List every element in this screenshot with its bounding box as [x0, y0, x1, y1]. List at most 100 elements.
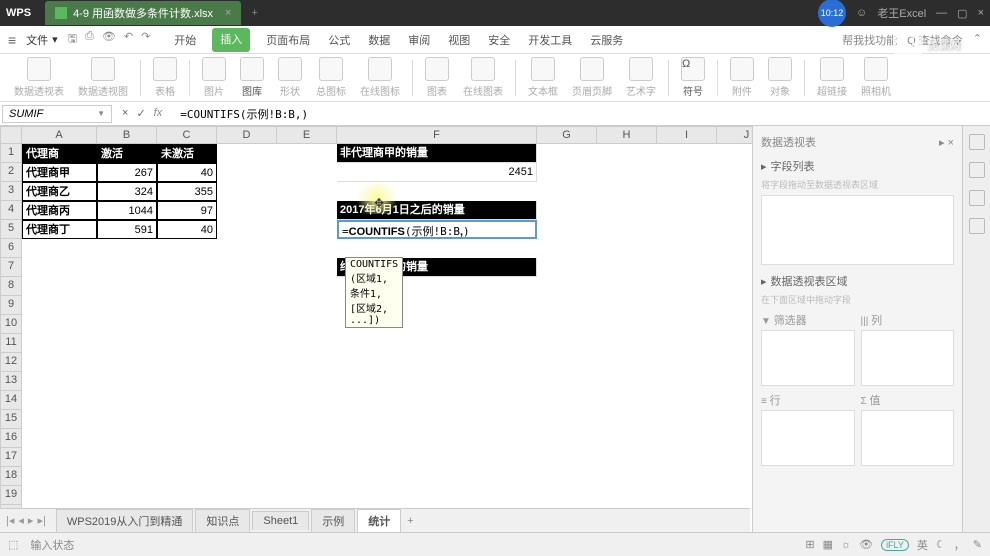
column-header[interactable]: D [217, 126, 277, 144]
moon-icon[interactable]: ☾ [936, 538, 946, 551]
close-tab-icon[interactable]: × [225, 7, 231, 19]
tab-formula[interactable]: 公式 [326, 28, 352, 52]
column-dropzone[interactable] [861, 330, 955, 386]
field-list-header[interactable]: ▸ 字段列表 [761, 158, 954, 174]
cell[interactable]: 591 [97, 220, 157, 239]
sheet-nav-next-icon[interactable]: ▸ [28, 514, 34, 527]
qat-save-icon[interactable]: 🖫 [68, 30, 77, 49]
field-list-box[interactable] [761, 195, 954, 265]
tool-hyperlink[interactable]: 超链接 [811, 57, 853, 98]
feedback-icon[interactable]: ☺ [856, 7, 867, 19]
cell[interactable]: 2017年6月1日之后的销量 [337, 201, 537, 220]
row-header[interactable]: 14 [0, 391, 22, 410]
panel-close-icon[interactable]: ▸ × [939, 136, 954, 149]
view-icon-4[interactable]: 👁 [859, 538, 873, 551]
tool-pivot-chart[interactable]: 数据透视图 [72, 57, 134, 98]
view-icon-2[interactable]: ▦ [823, 538, 833, 551]
qat-redo-icon[interactable]: ↷ [141, 30, 150, 49]
row-header[interactable]: 11 [0, 334, 22, 353]
row-header[interactable]: 7 [0, 258, 22, 277]
select-all-corner[interactable] [0, 126, 22, 144]
hamburger-icon[interactable]: ≡ [8, 32, 16, 48]
row-header[interactable]: 8 [0, 277, 22, 296]
tool-table[interactable]: 表格 [147, 57, 183, 98]
side-icon-2[interactable] [969, 162, 985, 178]
row-header[interactable]: 3 [0, 182, 22, 201]
view-icon-1[interactable]: ⊞ [805, 538, 814, 551]
cell[interactable]: =COUNTIFS(示例!B:B,) [337, 220, 537, 239]
cell[interactable]: 267 [97, 163, 157, 182]
column-header[interactable]: H [597, 126, 657, 144]
cell[interactable]: 代理商丁 [22, 220, 97, 239]
sheet-tab-3[interactable]: 示例 [311, 509, 355, 532]
side-icon-4[interactable] [969, 218, 985, 234]
tool-camera[interactable]: 照相机 [855, 57, 897, 98]
tab-security[interactable]: 安全 [486, 28, 512, 52]
column-header[interactable]: C [157, 126, 217, 144]
chevron-down-icon[interactable]: ▼ [97, 109, 105, 118]
column-header[interactable]: I [657, 126, 717, 144]
row-header[interactable]: 10 [0, 315, 22, 334]
qat-print-icon[interactable]: ⎙ [85, 30, 94, 49]
cell[interactable]: 代理商丙 [22, 201, 97, 220]
collapse-ribbon-icon[interactable]: ⌃ [973, 32, 982, 48]
tab-view[interactable]: 视图 [446, 28, 472, 52]
user-label[interactable]: 老王Excel [877, 5, 926, 21]
close-icon[interactable]: × [978, 7, 984, 20]
tool-textbox[interactable]: 文本框 [522, 57, 564, 98]
column-header[interactable]: E [277, 126, 337, 144]
column-header[interactable]: F [337, 126, 537, 144]
cell[interactable]: 代理商甲 [22, 163, 97, 182]
formula-input[interactable]: =COUNTIFS(示例!B:B,) [176, 104, 990, 124]
tool-chart[interactable]: 图表 [419, 57, 455, 98]
cell[interactable]: 2451 [337, 163, 537, 182]
tool-shapes[interactable]: 形状 [272, 57, 308, 98]
accept-formula-icon[interactable]: ✓ [136, 107, 145, 120]
filter-dropzone[interactable] [761, 330, 855, 386]
fx-icon[interactable]: fx [154, 107, 163, 120]
help-find[interactable]: 帮我找功能 [842, 32, 897, 48]
row-header[interactable]: 17 [0, 448, 22, 467]
row-header[interactable]: 1 [0, 144, 22, 163]
tool-icons[interactable]: 总图标 [310, 57, 352, 98]
punct-icon[interactable]: ， [954, 537, 965, 553]
cell[interactable]: 40 [157, 220, 217, 239]
tab-data[interactable]: 数据 [366, 28, 392, 52]
sheet-tab-2[interactable]: Sheet1 [252, 511, 309, 530]
row-header[interactable]: 2 [0, 163, 22, 182]
minimize-icon[interactable]: — [936, 7, 947, 20]
tool-picture[interactable]: 图片 [196, 57, 232, 98]
tool-gallery[interactable]: 图库 [234, 57, 270, 98]
tool-header-footer[interactable]: 页眉页脚 [566, 57, 618, 98]
tab-cloud[interactable]: 云服务 [588, 28, 625, 52]
row-header[interactable]: 4 [0, 201, 22, 220]
cell[interactable]: 1044 [97, 201, 157, 220]
row-header[interactable]: 12 [0, 353, 22, 372]
qat-undo-icon[interactable]: ↶ [124, 30, 133, 49]
sheet-tab-4[interactable]: 统计 [357, 509, 401, 532]
cell[interactable]: 非代理商甲的销量 [337, 144, 537, 163]
row-header[interactable]: 13 [0, 372, 22, 391]
cancel-formula-icon[interactable]: × [122, 107, 128, 120]
value-dropzone[interactable] [861, 410, 955, 466]
sheet-nav-first-icon[interactable]: |◂ [6, 514, 14, 527]
ifly-badge[interactable]: iFLY [881, 539, 909, 551]
cell[interactable]: 324 [97, 182, 157, 201]
sheet-nav-prev-icon[interactable]: ◂ [18, 514, 24, 527]
tool-object[interactable]: 对象 [762, 57, 798, 98]
tab-start[interactable]: 开始 [172, 28, 198, 52]
search-commands[interactable]: Q 查找命令 [907, 32, 963, 48]
sheet-tab-1[interactable]: 知识点 [195, 509, 250, 532]
file-menu[interactable]: 文件 ▾ [20, 30, 64, 50]
row-header[interactable]: 6 [0, 239, 22, 258]
row-header[interactable]: 9 [0, 296, 22, 315]
spreadsheet-grid[interactable]: ABCDEFGHIJK 1234567891011121314151617181… [0, 126, 752, 556]
column-header[interactable]: B [97, 126, 157, 144]
qat-preview-icon[interactable]: 👁 [102, 30, 116, 49]
tool-online-chart[interactable]: 在线图表 [457, 57, 509, 98]
settings-icon[interactable]: ✎ [973, 538, 982, 551]
cell[interactable]: 97 [157, 201, 217, 220]
column-header[interactable]: G [537, 126, 597, 144]
add-sheet-button[interactable]: + [407, 515, 413, 527]
tab-page-layout[interactable]: 页面布局 [264, 28, 312, 52]
